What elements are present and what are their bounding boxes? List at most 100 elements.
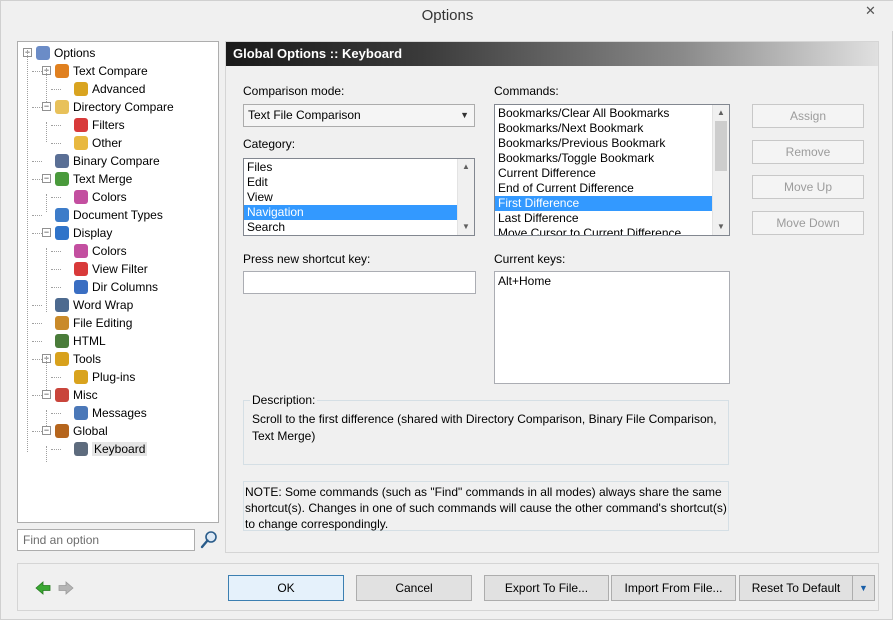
tree-item-dir-columns[interactable]: Dir Columns xyxy=(74,278,158,296)
tree-item-label: Binary Compare xyxy=(73,154,160,168)
close-button[interactable]: ✕ xyxy=(855,2,886,20)
tree-expander-icon[interactable]: − xyxy=(42,228,51,237)
word-wrap-icon xyxy=(55,298,69,312)
tree-item-other[interactable]: Other xyxy=(74,134,122,152)
category-item[interactable]: Edit xyxy=(244,175,457,190)
tree-item-plug-ins[interactable]: Plug-ins xyxy=(74,368,135,386)
monitor-icon xyxy=(55,226,69,240)
command-item[interactable]: Last Difference xyxy=(495,211,712,226)
tree-expander-icon[interactable]: − xyxy=(42,390,51,399)
gear-icon xyxy=(36,46,50,60)
tree-item-view-filter[interactable]: View Filter xyxy=(74,260,148,278)
find-option-input[interactable]: Find an option xyxy=(17,529,195,551)
export-to-file-button[interactable]: Export To File... xyxy=(484,575,609,601)
command-item[interactable]: Current Difference xyxy=(495,166,712,181)
key-icon xyxy=(55,352,69,366)
command-item[interactable]: Bookmarks/Previous Bookmark xyxy=(495,136,712,151)
ok-button[interactable]: OK xyxy=(228,575,344,601)
command-item[interactable]: Bookmarks/Clear All Bookmarks xyxy=(495,106,712,121)
edit-icon xyxy=(55,316,69,330)
current-key-item[interactable]: Alt+Home xyxy=(498,274,726,289)
shortcut-input[interactable] xyxy=(243,271,476,294)
comparison-mode-value: Text File Comparison xyxy=(248,108,361,122)
tree-item-label: Other xyxy=(92,136,123,150)
remove-button[interactable]: Remove xyxy=(752,140,864,164)
tree-item-word-wrap[interactable]: Word Wrap xyxy=(55,296,133,314)
tree-item-colors[interactable]: Colors xyxy=(74,242,127,260)
tree-item-text-merge[interactable]: Text Merge xyxy=(55,170,132,188)
tree-item-global[interactable]: Global xyxy=(55,422,108,440)
tree-item-advanced[interactable]: Advanced xyxy=(74,80,145,98)
command-item[interactable]: First Difference xyxy=(495,196,712,211)
tree-connector xyxy=(46,248,47,312)
tree-item-display[interactable]: Display xyxy=(55,224,112,242)
tree-item-label: Text Compare xyxy=(73,64,148,78)
tree-item-text-compare[interactable]: Text Compare xyxy=(55,62,148,80)
reset-to-default-button[interactable]: Reset To Default ▼ xyxy=(739,575,875,601)
import-from-file-button[interactable]: Import From File... xyxy=(611,575,736,601)
scroll-up-icon[interactable]: ▲ xyxy=(713,105,729,121)
html-icon xyxy=(55,334,69,348)
category-item[interactable]: Files xyxy=(244,160,457,175)
scroll-up-icon[interactable]: ▲ xyxy=(458,159,474,175)
scroll-down-icon[interactable]: ▼ xyxy=(458,219,474,235)
command-item[interactable]: Move Cursor to Current Difference xyxy=(495,226,712,235)
tree-connector xyxy=(46,446,47,462)
category-item[interactable]: Search xyxy=(244,220,457,235)
cancel-button[interactable]: Cancel xyxy=(356,575,472,601)
assign-button[interactable]: Assign xyxy=(752,104,864,128)
tree-expander-icon[interactable]: − xyxy=(42,426,51,435)
move-down-button[interactable]: Move Down xyxy=(752,211,864,235)
chevron-down-icon[interactable]: ▼ xyxy=(852,576,874,600)
palette-icon xyxy=(74,244,88,258)
tree-item-options[interactable]: Options xyxy=(36,44,95,62)
tree-item-binary-compare[interactable]: Binary Compare xyxy=(55,152,160,170)
category-scrollbar[interactable]: ▲ ▼ xyxy=(457,159,474,235)
tree-item-label: Advanced xyxy=(92,82,146,96)
tree-connector xyxy=(46,410,47,426)
move-up-button[interactable]: Move Up xyxy=(752,175,864,199)
messages-icon xyxy=(74,406,88,420)
tree-item-filters[interactable]: Filters xyxy=(74,116,125,134)
current-keys-list[interactable]: Alt+Home xyxy=(494,271,730,384)
tree-expander-icon[interactable]: − xyxy=(42,174,51,183)
command-item[interactable]: End of Current Difference xyxy=(495,181,712,196)
commands-scrollbar[interactable]: ▲ ▼ xyxy=(712,105,729,235)
tree-connector xyxy=(32,179,42,180)
category-item[interactable]: Navigation xyxy=(244,205,457,220)
tree-item-file-editing[interactable]: File Editing xyxy=(55,314,132,332)
commands-listbox[interactable]: Bookmarks/Clear All Bookmarks Bookmarks/N… xyxy=(494,104,730,236)
scrollbar-thumb[interactable] xyxy=(715,121,727,171)
tree-item-directory-compare[interactable]: Directory Compare xyxy=(55,98,174,116)
tree-connector xyxy=(51,143,61,144)
palette-icon xyxy=(74,190,88,204)
tree-item-document-types[interactable]: Document Types xyxy=(55,206,163,224)
search-icon[interactable] xyxy=(199,530,219,550)
command-item[interactable]: Bookmarks/Next Bookmark xyxy=(495,121,712,136)
tree-item-label: View Filter xyxy=(92,262,148,276)
comparison-mode-select[interactable]: Text File Comparison ▼ xyxy=(243,104,475,127)
tree-connector xyxy=(51,89,61,90)
tree-connector xyxy=(32,233,42,234)
tree-item-colors[interactable]: Colors xyxy=(74,188,127,206)
back-arrow-icon[interactable] xyxy=(35,580,51,596)
tree-item-label: Display xyxy=(73,226,113,240)
category-listbox[interactable]: Files Edit View Navigation Search ▲ ▼ xyxy=(243,158,475,236)
tree-item-html[interactable]: HTML xyxy=(55,332,106,350)
tree-connector xyxy=(46,356,47,390)
options-tree[interactable]: Options − Text Compare − Advanced Directory C… xyxy=(17,41,219,523)
tree-connector xyxy=(51,269,61,270)
scroll-down-icon[interactable]: ▼ xyxy=(713,219,729,235)
tree-connector xyxy=(51,413,61,414)
tree-connector xyxy=(32,431,42,432)
commands-label: Commands: xyxy=(494,84,559,98)
command-item[interactable]: Bookmarks/Toggle Bookmark xyxy=(495,151,712,166)
forward-arrow-icon[interactable] xyxy=(58,580,74,596)
tree-item-keyboard[interactable]: Keyboard xyxy=(74,440,148,458)
tree-item-misc[interactable]: Misc xyxy=(55,386,98,404)
tree-item-label: Word Wrap xyxy=(73,298,134,312)
tree-expander-icon[interactable]: − xyxy=(42,102,51,111)
category-item[interactable]: View xyxy=(244,190,457,205)
tree-item-messages[interactable]: Messages xyxy=(74,404,147,422)
tree-item-tools[interactable]: Tools xyxy=(55,350,101,368)
